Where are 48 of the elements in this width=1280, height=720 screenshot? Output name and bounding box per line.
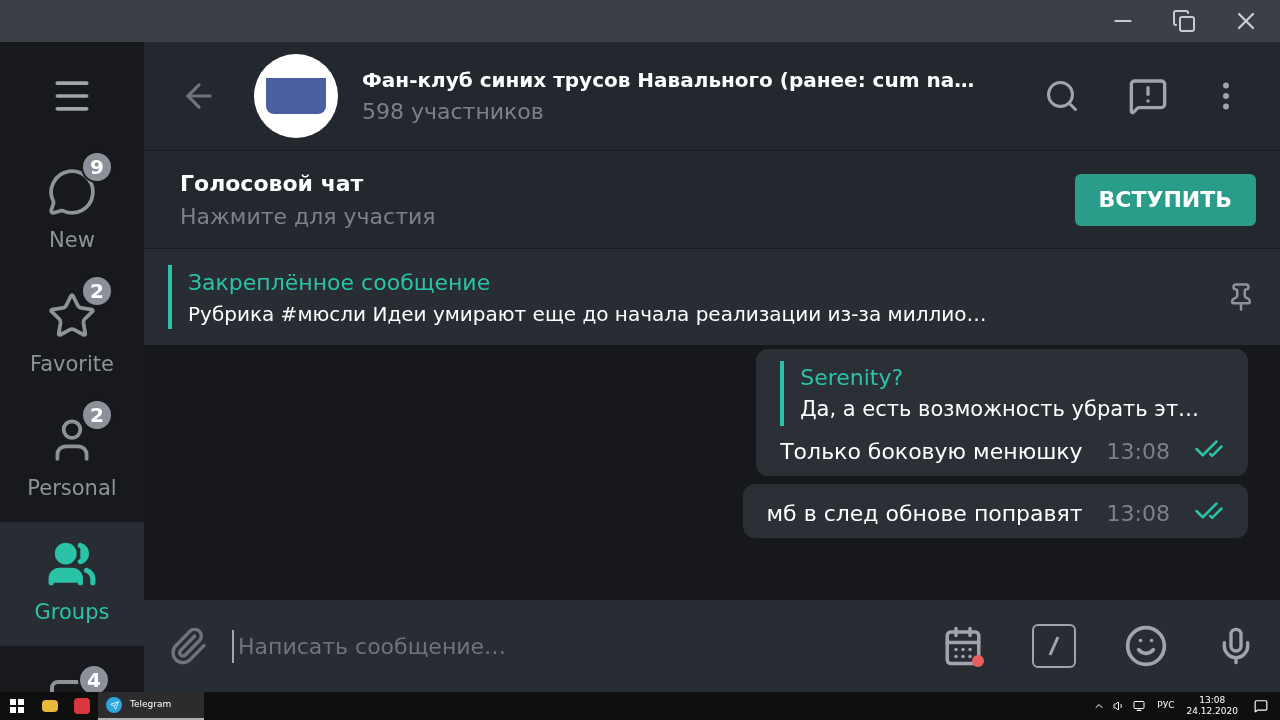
search-icon[interactable] bbox=[1044, 78, 1080, 114]
clock-time: 13:08 bbox=[1199, 695, 1226, 706]
pinned-title: Закреплённое сообщение bbox=[188, 268, 492, 297]
reply-author: Serenity? bbox=[800, 364, 905, 392]
pinned-message-bar[interactable]: Закреплённое сообщение Рубрика #мюсли Идеи умирают еще до начала реализации из-за миллио… bbox=[144, 248, 1280, 345]
unread-badge: 4 bbox=[78, 664, 110, 692]
unread-badge: 2 bbox=[81, 275, 113, 308]
message-text: мб в след обнове поправят bbox=[766, 499, 1083, 528]
sidebar-item[interactable]: 9 New bbox=[0, 150, 144, 274]
message-time: 13:08 bbox=[1106, 437, 1170, 466]
photo-placeholder bbox=[266, 78, 326, 114]
message-text: Только боковую менюшку bbox=[780, 437, 1083, 466]
reply-text: Да, а есть возможность убрать эт… bbox=[800, 396, 1201, 423]
voice-chat-title: Голосовой чат bbox=[180, 169, 365, 198]
chat-title: Фан-клуб синих трусов Навального (ранее: cum na… bbox=[362, 66, 976, 94]
voice-chat-bar[interactable]: Голосовой чат Нажмите для участия ВСТУПИТЬ bbox=[144, 150, 1280, 248]
folder-icon bbox=[42, 700, 58, 712]
browser-icon bbox=[74, 698, 90, 714]
clock-date: 24.12.2020 bbox=[1186, 706, 1238, 717]
message-time: 13:08 bbox=[1106, 499, 1170, 528]
folder-label: Favorite bbox=[30, 351, 114, 379]
folder-label: New bbox=[49, 227, 95, 255]
command-icon[interactable] bbox=[1032, 624, 1076, 668]
unread-badge: 2 bbox=[81, 399, 113, 432]
notifications-icon[interactable] bbox=[1254, 699, 1268, 713]
telegram-icon bbox=[106, 697, 122, 713]
pinned-indicator bbox=[168, 265, 172, 329]
sidebar-item[interactable]: 2 Personal bbox=[0, 398, 144, 522]
pinned-text: Рубрика #мюсли Идеи умирают еще до начала реализации из-за миллио… bbox=[188, 300, 988, 328]
taskbar-app[interactable]: Telegram bbox=[98, 692, 204, 720]
app-label: Telegram bbox=[130, 698, 172, 712]
voice-chat-hint: Нажмите для участия bbox=[180, 202, 437, 231]
calendar-icon[interactable] bbox=[942, 625, 984, 667]
emoji-icon[interactable] bbox=[1124, 624, 1168, 668]
chat-bubble-icon[interactable] bbox=[1128, 76, 1168, 116]
member-count: 598 участников bbox=[362, 97, 545, 126]
paperclip-icon[interactable] bbox=[168, 626, 208, 666]
unread-badge: 9 bbox=[81, 151, 113, 184]
sidebar-item[interactable]: Groups bbox=[0, 522, 144, 646]
message-input[interactable]: Написать сообщение… bbox=[232, 629, 918, 663]
join-button[interactable]: ВСТУПИТЬ bbox=[1074, 173, 1256, 226]
folder-label: Personal bbox=[27, 475, 117, 503]
restore-icon[interactable] bbox=[1172, 9, 1196, 33]
sidebar-item[interactable]: 2 Favorite bbox=[0, 274, 144, 398]
network-icon[interactable] bbox=[1133, 700, 1146, 712]
language-indicator[interactable]: РУС bbox=[1157, 699, 1175, 713]
windows-icon[interactable] bbox=[10, 699, 24, 713]
folder-label: Groups bbox=[34, 599, 110, 627]
